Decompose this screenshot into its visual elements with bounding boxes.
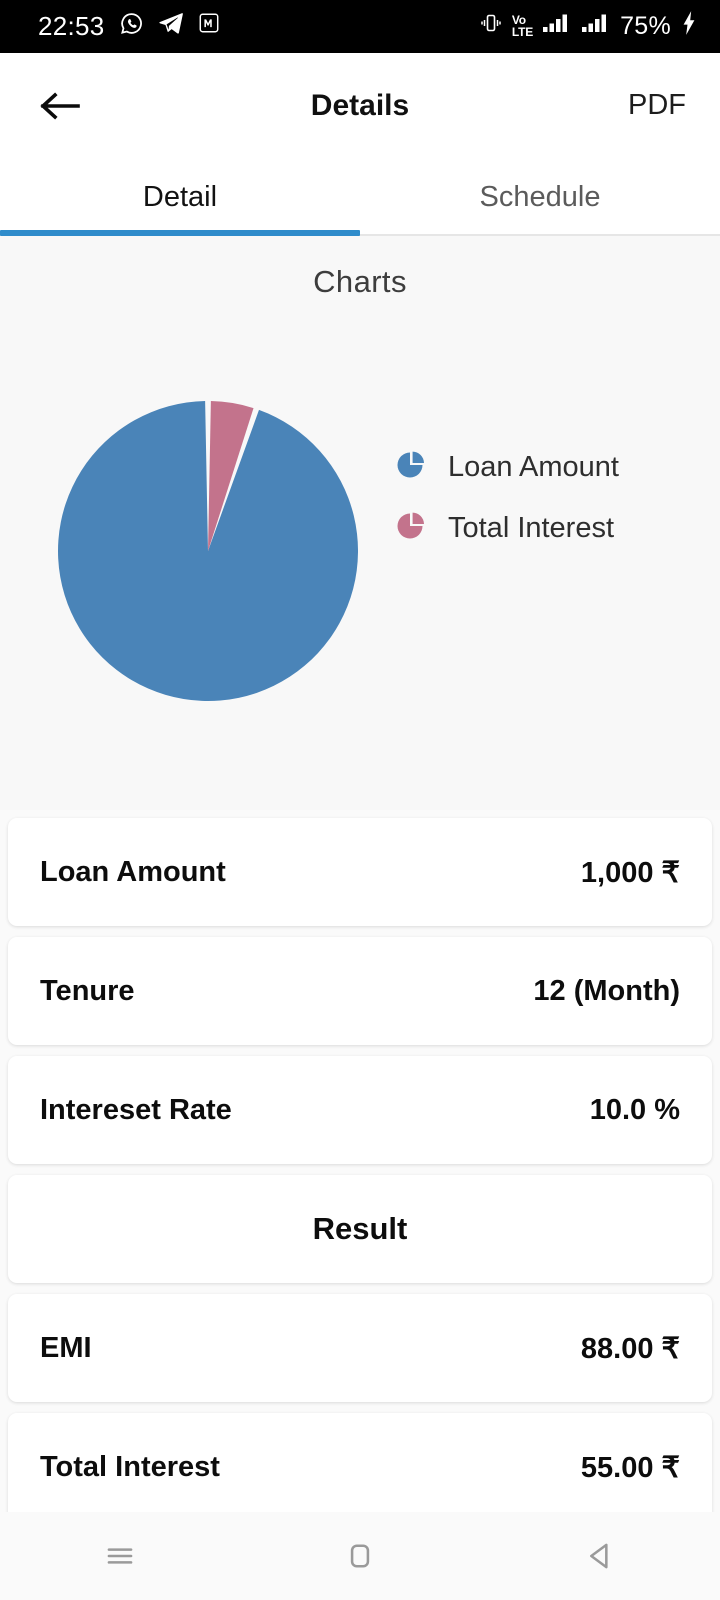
pdf-button[interactable]: PDF [622, 81, 692, 130]
charging-bolt-icon [680, 10, 698, 43]
detail-row-tenure[interactable]: Tenure 12 (Month) [8, 937, 712, 1045]
tab-bar: Detail Schedule [0, 158, 720, 236]
pie-chart-icon [396, 450, 426, 485]
recents-icon[interactable] [72, 1521, 168, 1591]
home-icon[interactable] [312, 1521, 408, 1591]
details-list: Loan Amount 1,000 ₹ Tenure 12 (Month) In… [0, 810, 720, 1521]
result-section-header: Result [8, 1175, 712, 1283]
status-bar: 22:53 Vo LTE 75% [0, 0, 720, 53]
page-title: Details [310, 88, 410, 122]
row-label: Tenure [40, 974, 135, 1007]
row-value: 55.00 ₹ [580, 1451, 680, 1484]
status-clock: 22:53 [38, 11, 105, 41]
legend-item-total-interest[interactable]: Total Interest [396, 511, 619, 546]
detail-row-total-interest[interactable]: Total Interest 55.00 ₹ [8, 1413, 712, 1521]
pie-slice-loan-amount [58, 401, 359, 702]
detail-row-emi[interactable]: EMI 88.00 ₹ [8, 1294, 712, 1402]
row-value: 88.00 ₹ [580, 1332, 680, 1365]
row-label: Loan Amount [40, 855, 226, 888]
android-nav-bar [0, 1512, 720, 1600]
status-bar-left: 22:53 [38, 10, 220, 43]
chart-title: Charts [313, 264, 407, 299]
volte-icon: Vo LTE [511, 13, 534, 39]
detail-row-loan-amount[interactable]: Loan Amount 1,000 ₹ [8, 818, 712, 926]
tab-detail[interactable]: Detail [0, 158, 360, 236]
pie-chart[interactable] [58, 386, 359, 721]
legend-label: Total Interest [448, 512, 615, 544]
chart-legend: Loan Amount Total Interest [396, 450, 619, 546]
back-icon[interactable] [552, 1521, 648, 1591]
legend-label: Loan Amount [448, 451, 619, 483]
signal-sim1-icon [542, 11, 572, 42]
arrow-left-icon[interactable] [32, 78, 88, 134]
m-app-icon [198, 12, 220, 41]
chart-card: Charts Loan Amount Total Interest [0, 236, 720, 810]
pie-chart-icon [396, 511, 426, 546]
row-label: EMI [40, 1331, 92, 1364]
row-label: Result [312, 1211, 408, 1246]
tab-schedule[interactable]: Schedule [360, 158, 720, 236]
tab-detail-label: Detail [142, 180, 218, 213]
row-label: Intereset Rate [40, 1093, 232, 1126]
row-value: 10.0 % [589, 1093, 680, 1126]
battery-percent: 75% [620, 12, 671, 40]
signal-sim2-icon [581, 11, 611, 42]
row-value: 12 (Month) [533, 974, 680, 1007]
telegram-icon [158, 10, 184, 43]
row-value: 1,000 ₹ [580, 856, 680, 889]
tab-schedule-label: Schedule [479, 180, 601, 213]
status-bar-right: Vo LTE 75% [479, 10, 698, 43]
legend-item-loan-amount[interactable]: Loan Amount [396, 450, 619, 485]
chart-body: Loan Amount Total Interest [0, 354, 720, 810]
vibrate-icon [479, 11, 503, 42]
detail-row-interest-rate[interactable]: Intereset Rate 10.0 % [8, 1056, 712, 1164]
app-bar: Details PDF [0, 53, 720, 158]
whatsapp-icon [119, 11, 144, 43]
row-label: Total Interest [40, 1450, 220, 1483]
